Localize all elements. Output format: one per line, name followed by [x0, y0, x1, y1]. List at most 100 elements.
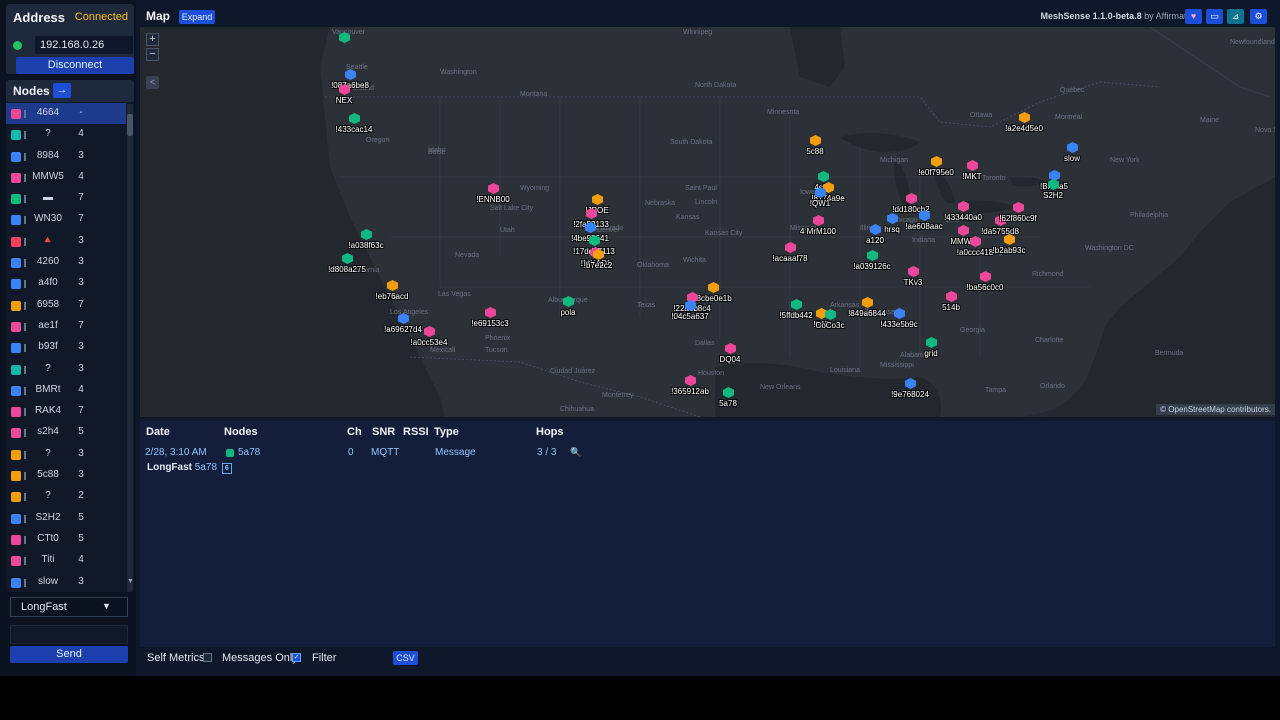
col-ch[interactable]: Ch [347, 426, 362, 438]
node-short-name: s2h4 [37, 426, 59, 438]
node-list-item[interactable]: 8984 3 [6, 146, 126, 167]
map-node-label: !MKT [962, 172, 982, 181]
battery-icon [24, 344, 26, 353]
node-list-item[interactable]: s2h4 5 [6, 422, 126, 443]
self-metrics-checkbox[interactable] [203, 653, 212, 662]
message-input[interactable] [10, 625, 128, 644]
scroll-down-icon[interactable]: ▼ [127, 578, 134, 585]
node-hex-icon [11, 534, 21, 545]
battery-icon [24, 408, 26, 417]
node-hops: 7 [78, 298, 84, 310]
node-list-scrollbar[interactable] [127, 104, 133, 592]
node-list-item[interactable]: 5c88 3 [6, 465, 126, 486]
node-list-item[interactable]: 🔺 3 [6, 231, 126, 252]
battery-icon [24, 173, 26, 182]
map-node-label: !365912ab [671, 387, 709, 396]
node-list-item[interactable]: Titi 4 [6, 550, 126, 571]
node-list-item[interactable]: 4664 - [6, 103, 126, 125]
node-hops: 3 [78, 362, 84, 374]
window-icon[interactable]: ▭ [1206, 9, 1223, 24]
battery-icon [24, 152, 26, 161]
message-channel-node[interactable]: 5a78 [195, 462, 217, 473]
node-list-item[interactable]: ? 4 [6, 124, 126, 145]
filter-input[interactable] [356, 650, 396, 666]
node-hops: - [79, 107, 83, 118]
expand-button[interactable]: Expand [179, 10, 215, 24]
map-node-label: !a0cc53e4 [410, 338, 448, 347]
place-label: Arkansas [830, 302, 860, 309]
address-input[interactable] [34, 35, 134, 55]
place-label: New Orleans [760, 384, 801, 391]
node-list-item[interactable]: CTt0 5 [6, 529, 126, 550]
node-hops: 3 [78, 256, 84, 268]
col-type[interactable]: Type [434, 426, 459, 438]
node-list-item[interactable]: ? 3 [6, 444, 126, 465]
battery-icon [24, 493, 26, 502]
node-list-item[interactable]: RAK4 7 [6, 401, 126, 422]
node-list-item[interactable]: ? 2 [6, 486, 126, 507]
zoom-out-button[interactable]: − [146, 48, 159, 61]
gear-icon[interactable]: ⚙ [1250, 9, 1267, 24]
col-snr[interactable]: SNR [372, 426, 395, 438]
scroll-thumb[interactable] [127, 114, 133, 136]
map-node-label: hrsq [884, 225, 900, 234]
node-hops: 7 [78, 213, 84, 225]
place-label: Dallas [695, 340, 715, 347]
place-label: Kansas City [705, 230, 743, 237]
map-node-label: !433cac14 [335, 125, 373, 134]
node-list-item[interactable]: 6958 7 [6, 295, 126, 316]
zoom-in-button[interactable]: + [146, 33, 159, 46]
map-view[interactable]: + − < Winnipeg Vancouver Seattle Portland Or… [140, 27, 1275, 417]
map-node-label: !8cbe0e1b [694, 294, 732, 303]
msg-hops: 3 / 3 [537, 447, 557, 458]
messages-only-checkbox[interactable]: ✓ [292, 653, 301, 662]
battery-icon [24, 237, 26, 246]
col-date[interactable]: Date [146, 426, 170, 438]
node-list-item[interactable]: a4f0 3 [6, 273, 126, 294]
node-hex-icon [11, 428, 21, 439]
node-list-item[interactable]: b93f 3 [6, 337, 126, 358]
disconnect-button[interactable]: Disconnect [16, 57, 134, 74]
heart-icon[interactable]: ♥ [1185, 9, 1202, 24]
node-list-item[interactable]: ae1f 7 [6, 316, 126, 337]
node-hex-icon [11, 258, 21, 269]
node-list-item[interactable]: BMRt 4 [6, 380, 126, 401]
node-hex-icon [11, 236, 21, 247]
node-list-item[interactable]: MMW5 4 [6, 167, 126, 188]
place-label: Salt Lake City [490, 205, 534, 212]
msg-node[interactable]: 5a78 [238, 447, 260, 458]
node-hops: 5 [78, 426, 84, 438]
signal-icon[interactable]: ⊿ [1227, 9, 1244, 24]
address-title: Address [13, 10, 66, 25]
node-list-item[interactable]: 4260 3 [6, 252, 126, 273]
place-label: Wyoming [520, 185, 550, 192]
battery-icon [24, 386, 26, 395]
node-list-item[interactable]: ▬ 7 [6, 188, 126, 209]
nodes-expand-arrow-icon[interactable]: → [53, 83, 71, 98]
node-list-item[interactable]: slow 3 [6, 572, 126, 592]
map-node-label: grid [924, 349, 938, 358]
col-rssi[interactable]: RSSI [403, 426, 429, 438]
node-short-name: 4664 [36, 107, 60, 118]
send-button[interactable]: Send [10, 646, 128, 663]
battery-icon [24, 535, 26, 544]
node-list-item[interactable]: S2H2 5 [6, 508, 126, 529]
map-node-label: !e0f795e0 [918, 168, 954, 177]
osm-attribution[interactable]: © OpenStreetMap contributors. [1156, 404, 1275, 415]
node-short-name: ? [45, 128, 51, 140]
collapse-button[interactable]: < [146, 76, 159, 89]
msg-snr: MQTT [371, 447, 400, 458]
node-list-item[interactable]: ? 3 [6, 359, 126, 380]
node-hops: 3 [78, 447, 84, 459]
node-short-name: 8984 [36, 149, 60, 161]
node-hops: 4 [78, 554, 84, 566]
node-hex-icon [11, 556, 21, 567]
col-hops[interactable]: Hops [536, 426, 564, 438]
search-icon[interactable]: 🔍 [570, 447, 581, 458]
col-nodes[interactable]: Nodes [224, 426, 258, 438]
node-hops: 3 [78, 149, 84, 161]
csv-button[interactable]: CSV [393, 651, 418, 665]
battery-icon [24, 557, 26, 566]
messages-panel: Date Nodes Ch SNR RSSI Type Hops 2/28, 3… [140, 421, 1275, 647]
node-list-item[interactable]: WN30 7 [6, 209, 126, 230]
